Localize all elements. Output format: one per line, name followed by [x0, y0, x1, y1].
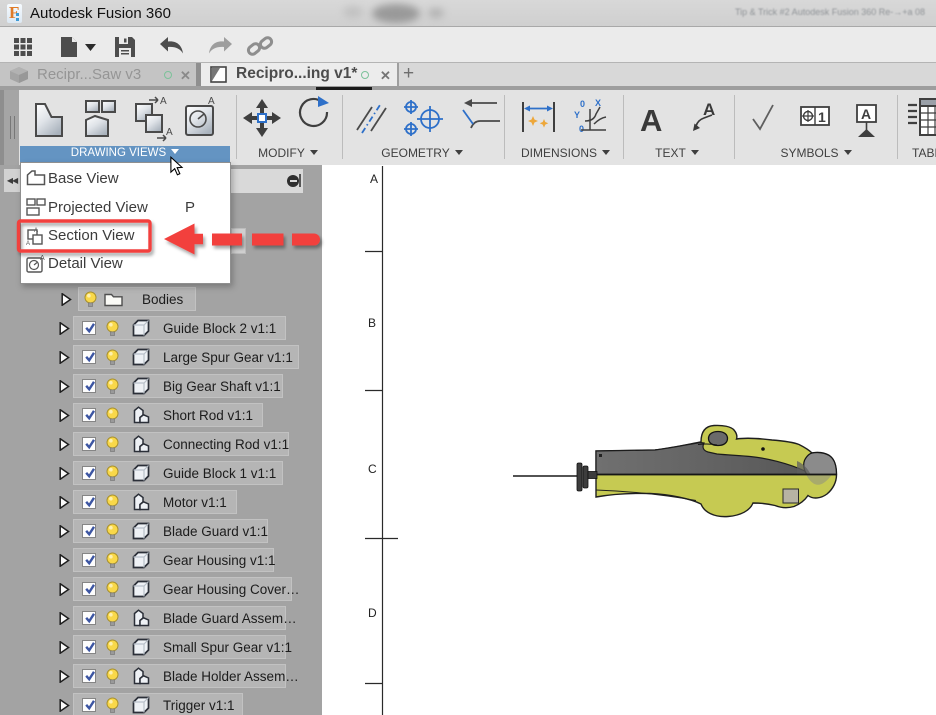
svg-text:1: 1	[818, 109, 826, 125]
svg-text:Y: Y	[574, 110, 580, 120]
svg-text:0: 0	[579, 124, 584, 134]
svg-text:X: X	[595, 98, 601, 108]
svg-text:A: A	[40, 255, 45, 262]
svg-text:D: D	[368, 606, 377, 620]
svg-text:B: B	[368, 316, 376, 330]
svg-text:A: A	[34, 228, 38, 234]
svg-text:0: 0	[580, 99, 585, 109]
svg-text:A: A	[370, 172, 378, 186]
svg-text:C: C	[368, 462, 377, 476]
svg-text:A: A	[640, 103, 662, 138]
svg-text:A: A	[26, 241, 30, 246]
svg-text:A: A	[861, 106, 871, 122]
